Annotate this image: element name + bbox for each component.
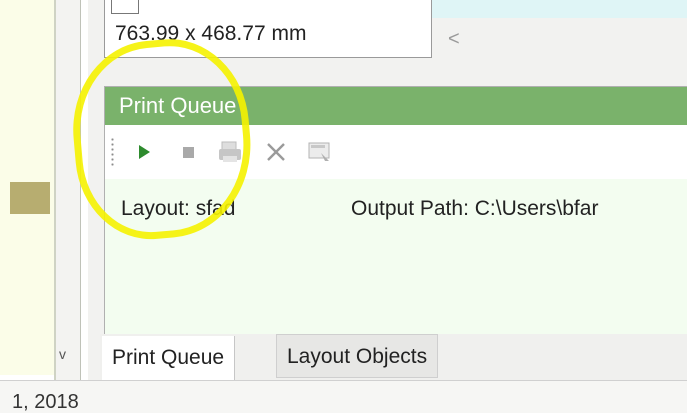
- panel-tabs: Print Queue Layout Objects: [100, 334, 687, 380]
- chevron-down-icon[interactable]: v: [59, 346, 66, 362]
- printer-icon[interactable]: [217, 139, 243, 165]
- scroll-left-icon[interactable]: <: [448, 28, 460, 51]
- stop-icon[interactable]: [175, 139, 201, 165]
- color-swatch: [10, 182, 50, 214]
- delete-icon[interactable]: [263, 139, 289, 165]
- queue-list: Layout: sfad Output Path: C:\Users\bfar: [105, 179, 687, 335]
- toolbar-grip[interactable]: [111, 137, 114, 167]
- dimensions-field: 763.99 x 468.77 mm: [104, 0, 432, 58]
- print-queue-toolbar: [105, 125, 687, 180]
- scroll-gutter: [56, 0, 80, 380]
- dimensions-value: 763.99 x 468.77 mm: [115, 22, 307, 45]
- panel-title: Print Queue: [105, 87, 687, 125]
- status-text: 1, 2018: [12, 391, 79, 413]
- left-panel: [0, 0, 54, 375]
- play-icon[interactable]: [131, 139, 157, 165]
- divider: [80, 0, 81, 380]
- tab-layout-objects[interactable]: Layout Objects: [276, 334, 439, 378]
- properties-icon[interactable]: [307, 139, 333, 165]
- status-strip: 1, 2018: [0, 380, 687, 413]
- document-icon: [111, 0, 139, 14]
- queue-layout[interactable]: Layout: sfad: [121, 197, 235, 221]
- tab-print-queue[interactable]: Print Queue: [102, 336, 236, 380]
- queue-output-path[interactable]: Output Path: C:\Users\bfar: [351, 197, 598, 221]
- top-strip: [432, 0, 687, 18]
- print-queue-panel: Print Queue Layout: sfad Output Path: C:…: [104, 86, 687, 335]
